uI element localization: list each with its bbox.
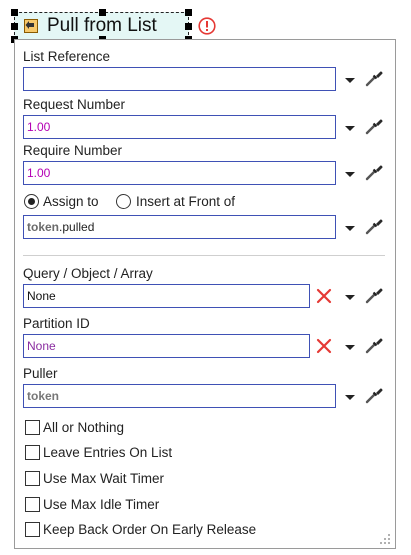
eyedropper-icon[interactable]: [364, 68, 384, 88]
dropdown-arrow-icon[interactable]: [343, 392, 357, 402]
dropdown-arrow-icon[interactable]: [343, 169, 357, 179]
selection-handle[interactable]: [11, 23, 18, 30]
insert-front-label[interactable]: Insert at Front of: [136, 194, 235, 209]
max-idle-timer-checkbox[interactable]: [25, 497, 40, 512]
clear-x-icon[interactable]: [316, 288, 332, 304]
keep-back-order-checkbox[interactable]: [25, 522, 40, 537]
eyedropper-icon[interactable]: [364, 285, 384, 305]
dropdown-arrow-icon[interactable]: [343, 75, 357, 85]
eyedropper-icon[interactable]: [364, 216, 384, 236]
dropdown-arrow-icon[interactable]: [343, 342, 357, 352]
assign-target-input[interactable]: token.pulled: [23, 215, 336, 239]
query-input[interactable]: None: [23, 284, 310, 308]
insert-front-radio[interactable]: [116, 194, 131, 209]
max-wait-timer-label[interactable]: Use Max Wait Timer: [43, 471, 164, 486]
require-number-label: Require Number: [23, 143, 123, 158]
title-box[interactable]: Pull from List: [11, 9, 192, 43]
keep-back-order-label[interactable]: Keep Back Order On Early Release: [43, 522, 256, 537]
token-keyword: token: [27, 220, 60, 234]
section-divider: [23, 255, 385, 256]
clear-x-icon[interactable]: [316, 338, 332, 354]
all-or-nothing-checkbox[interactable]: [25, 420, 40, 435]
query-label: Query / Object / Array: [23, 266, 153, 281]
resize-grip-icon[interactable]: [379, 533, 391, 545]
dropdown-arrow-icon[interactable]: [343, 123, 357, 133]
dropdown-arrow-icon[interactable]: [343, 223, 357, 233]
page-title: Pull from List: [47, 15, 157, 36]
require-number-input[interactable]: 1.00: [23, 161, 336, 185]
partition-id-label: Partition ID: [23, 316, 90, 331]
target-property: .pulled: [59, 220, 95, 234]
list-pull-icon: [24, 19, 38, 33]
warning-icon[interactable]: [198, 17, 216, 35]
request-number-label: Request Number: [23, 97, 126, 112]
selection-handle[interactable]: [11, 9, 18, 16]
all-or-nothing-label[interactable]: All or Nothing: [43, 420, 124, 435]
puller-label: Puller: [23, 366, 58, 381]
eyedropper-icon[interactable]: [364, 162, 384, 182]
radio-selected-dot: [28, 198, 35, 205]
max-idle-timer-label[interactable]: Use Max Idle Timer: [43, 497, 159, 512]
properties-panel: List Reference Request Number 1.00 Requi…: [14, 39, 396, 549]
assign-to-radio[interactable]: [24, 194, 39, 209]
puller-input[interactable]: token: [23, 384, 336, 408]
list-reference-label: List Reference: [23, 49, 111, 64]
dropdown-arrow-icon[interactable]: [343, 292, 357, 302]
selection-handle[interactable]: [185, 9, 192, 16]
assign-to-label[interactable]: Assign to: [43, 194, 99, 209]
list-reference-input[interactable]: [23, 67, 336, 91]
eyedropper-icon[interactable]: [364, 116, 384, 136]
leave-entries-checkbox[interactable]: [25, 445, 40, 460]
request-number-input[interactable]: 1.00: [23, 115, 336, 139]
selection-handle[interactable]: [185, 23, 192, 30]
partition-id-input[interactable]: None: [23, 334, 310, 358]
eyedropper-icon[interactable]: [364, 335, 384, 355]
leave-entries-label[interactable]: Leave Entries On List: [43, 445, 172, 460]
max-wait-timer-checkbox[interactable]: [25, 471, 40, 486]
eyedropper-icon[interactable]: [364, 385, 384, 405]
